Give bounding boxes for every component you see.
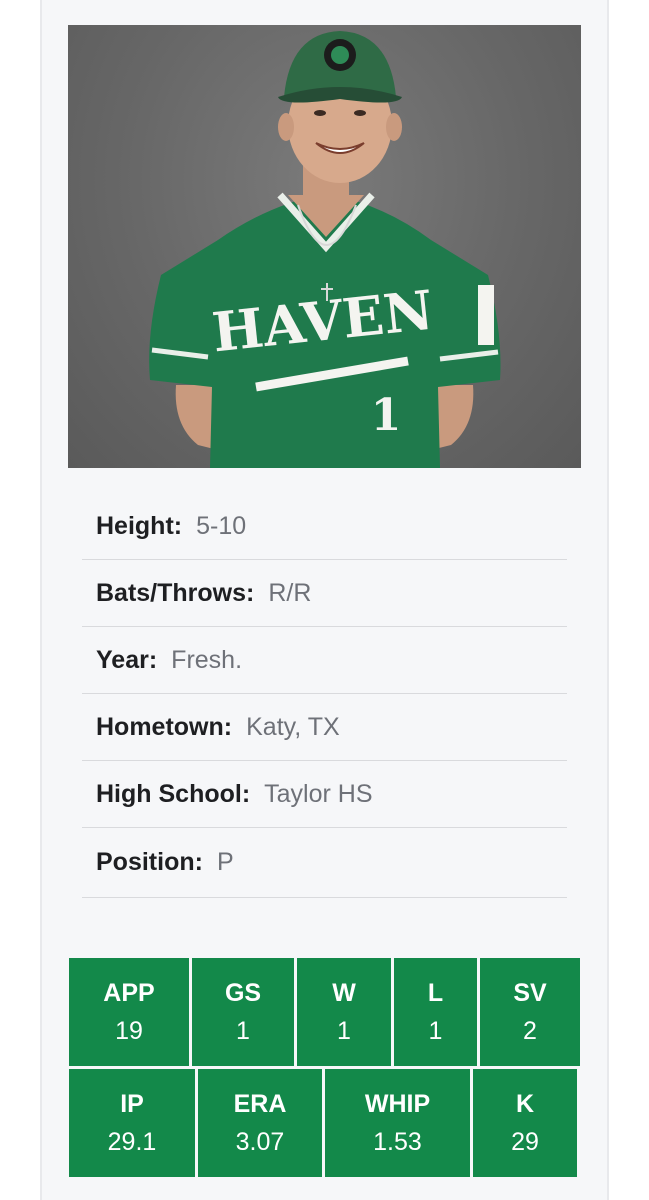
bio-row-position: Position: P (82, 828, 567, 898)
stat-value: 2 (523, 1017, 537, 1045)
bio-row-bats-throws: Bats/Throws: R/R (82, 560, 567, 627)
player-photo: HAVEN 1 (68, 25, 581, 468)
stat-label: GS (224, 979, 262, 1007)
bio-row-height: Height: 5-10 (82, 493, 567, 560)
bio-label: Bats/Throws: (96, 578, 255, 607)
bio-label: Hometown: (96, 712, 233, 741)
stat-value: 19 (115, 1017, 143, 1045)
stat-label: SV (513, 979, 547, 1007)
stats-row: IP 29.1 ERA 3.07 WHIP 1.53 K 29 (69, 1069, 580, 1177)
page: HAVEN 1 Height: 5-10 Bats/Throws: R/R Ye… (0, 0, 649, 1200)
bio-label: Height: (96, 511, 183, 540)
stats-row: APP 19 GS 1 W 1 L 1 SV 2 (69, 958, 580, 1066)
stat-cell-ip: IP 29.1 (69, 1069, 195, 1177)
stat-cell-whip: WHIP 1.53 (325, 1069, 470, 1177)
bio-label: Position: (96, 848, 203, 876)
stats-table: APP 19 GS 1 W 1 L 1 SV 2 IP 29.1 ERA 3.0… (69, 958, 580, 1180)
stat-value: 29.1 (107, 1128, 157, 1156)
stat-value: 3.07 (235, 1128, 285, 1156)
stat-value: 1.53 (373, 1128, 422, 1156)
stat-cell-w: W 1 (297, 958, 391, 1066)
bio-value: R/R (268, 578, 312, 607)
stat-label: APP (103, 979, 155, 1007)
stat-cell-era: ERA 3.07 (198, 1069, 322, 1177)
bio-label: Year: (96, 645, 158, 674)
stat-label: WHIP (364, 1090, 431, 1118)
player-illustration: HAVEN 1 (149, 31, 501, 468)
stat-cell-l: L 1 (394, 958, 477, 1066)
bio-value: Taylor HS (264, 779, 373, 808)
right-rail (607, 0, 609, 1200)
bio-row-hometown: Hometown: Katy, TX (82, 694, 567, 761)
bio-list: Height: 5-10 Bats/Throws: R/R Year: Fres… (82, 493, 567, 898)
stat-label: L (427, 979, 444, 1007)
stat-label: ERA (233, 1090, 287, 1118)
bio-row-year: Year: Fresh. (82, 627, 567, 694)
bio-value: Fresh. (171, 645, 243, 674)
stat-value: 1 (236, 1017, 250, 1045)
stat-cell-gs: GS 1 (192, 958, 294, 1066)
bio-value: 5-10 (196, 511, 247, 540)
bio-row-high-school: High School: Taylor HS (82, 761, 567, 828)
stat-value: 1 (428, 1017, 443, 1045)
stat-label: IP (120, 1090, 144, 1118)
stat-cell-k: K 29 (473, 1069, 577, 1177)
stat-label: W (332, 979, 356, 1007)
bio-label: High School: (96, 779, 251, 808)
stat-value: 1 (337, 1017, 351, 1045)
jersey-number: 1 (371, 390, 402, 441)
bio-value: Katy, TX (246, 712, 340, 741)
stat-cell-app: APP 19 (69, 958, 189, 1066)
stat-label: K (515, 1090, 535, 1118)
stat-cell-sv: SV 2 (480, 958, 580, 1066)
stat-value: 29 (511, 1128, 539, 1156)
bio-value: P (216, 848, 234, 876)
